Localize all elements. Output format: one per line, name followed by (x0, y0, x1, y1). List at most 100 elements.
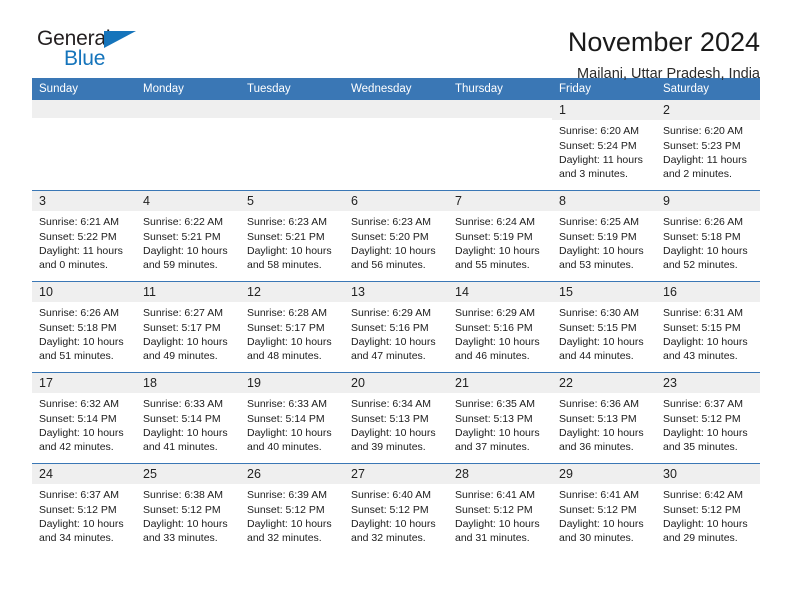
sunrise-text: Sunrise: 6:20 AM (559, 125, 639, 138)
day-number (136, 100, 240, 118)
calendar-day-cell[interactable]: 6 Sunrise: 6:23 AM Sunset: 5:20 PM Daylight… (344, 190, 448, 282)
sunrise-text: Sunrise: 6:36 AM (559, 398, 639, 411)
sunset-text: Sunset: 5:21 PM (247, 230, 325, 243)
calendar-day-cell[interactable]: 22 Sunrise: 6:36 AM Sunset: 5:13 PM Dayligh… (552, 372, 656, 464)
sunrise-text: Sunrise: 6:34 AM (351, 398, 431, 411)
day-number: 8 (552, 191, 656, 212)
day-number: 18 (136, 373, 240, 394)
day-details: Sunrise: 6:20 AM Sunset: 5:23 PM Daylight:… (656, 120, 760, 181)
sunset-text: Sunset: 5:14 PM (247, 412, 325, 425)
day-details: Sunrise: 6:23 AM Sunset: 5:21 PM Daylight:… (240, 211, 344, 272)
calendar-day-cell[interactable]: 16 Sunrise: 6:31 AM Sunset: 5:15 PM Dayligh… (656, 281, 760, 373)
daylight-text: Daylight: 10 hours and 43 minutes. (663, 335, 748, 362)
calendar-day-cell[interactable]: 13 Sunrise: 6:29 AM Sunset: 5:16 PM Dayligh… (344, 281, 448, 373)
calendar-day-cell-empty (240, 100, 344, 191)
calendar-day-cell[interactable]: 30 Sunrise: 6:42 AM Sunset: 5:12 PM Dayligh… (656, 463, 760, 554)
sunset-text: Sunset: 5:20 PM (351, 230, 429, 243)
sunrise-text: Sunrise: 6:29 AM (455, 307, 535, 320)
sunset-text: Sunset: 5:15 PM (559, 321, 637, 334)
daylight-text: Daylight: 10 hours and 40 minutes. (247, 426, 332, 453)
sunset-text: Sunset: 5:12 PM (39, 503, 117, 516)
day-number: 25 (136, 464, 240, 485)
daylight-text: Daylight: 10 hours and 39 minutes. (351, 426, 436, 453)
calendar-day-cell[interactable]: 9 Sunrise: 6:26 AM Sunset: 5:18 PM Daylight… (656, 190, 760, 282)
sunrise-text: Sunrise: 6:27 AM (143, 307, 223, 320)
daylight-text: Daylight: 10 hours and 53 minutes. (559, 244, 644, 271)
sunset-text: Sunset: 5:16 PM (455, 321, 533, 334)
calendar-day-cell[interactable]: 25 Sunrise: 6:38 AM Sunset: 5:12 PM Dayligh… (136, 463, 240, 554)
day-number: 26 (240, 464, 344, 485)
daylight-text: Daylight: 10 hours and 35 minutes. (663, 426, 748, 453)
day-number: 7 (448, 191, 552, 212)
sunrise-text: Sunrise: 6:41 AM (455, 489, 535, 502)
day-details: Sunrise: 6:39 AM Sunset: 5:12 PM Daylight:… (240, 484, 344, 545)
calendar-day-cell[interactable]: 26 Sunrise: 6:39 AM Sunset: 5:12 PM Dayligh… (240, 463, 344, 554)
calendar-day-cell[interactable]: 8 Sunrise: 6:25 AM Sunset: 5:19 PM Daylight… (552, 190, 656, 282)
calendar-day-cell[interactable]: 27 Sunrise: 6:40 AM Sunset: 5:12 PM Dayligh… (344, 463, 448, 554)
general-blue-logo: General Blue (32, 28, 162, 80)
calendar-day-cell[interactable]: 4 Sunrise: 6:22 AM Sunset: 5:21 PM Daylight… (136, 190, 240, 282)
calendar-day-cell[interactable]: 21 Sunrise: 6:35 AM Sunset: 5:13 PM Dayligh… (448, 372, 552, 464)
day-details: Sunrise: 6:36 AM Sunset: 5:13 PM Daylight:… (552, 393, 656, 454)
page-title: November 2024 (567, 27, 760, 57)
day-details: Sunrise: 6:20 AM Sunset: 5:24 PM Daylight:… (552, 120, 656, 181)
day-details: Sunrise: 6:23 AM Sunset: 5:20 PM Daylight:… (344, 211, 448, 272)
day-number: 13 (344, 282, 448, 303)
day-number: 16 (656, 282, 760, 303)
day-number (240, 100, 344, 118)
day-number: 27 (344, 464, 448, 485)
day-number (448, 100, 552, 118)
daylight-text: Daylight: 10 hours and 58 minutes. (247, 244, 332, 271)
calendar-day-cell[interactable]: 12 Sunrise: 6:28 AM Sunset: 5:17 PM Dayligh… (240, 281, 344, 373)
calendar-day-cell[interactable]: 23 Sunrise: 6:37 AM Sunset: 5:12 PM Dayligh… (656, 372, 760, 464)
calendar-day-cell[interactable]: 5 Sunrise: 6:23 AM Sunset: 5:21 PM Daylight… (240, 190, 344, 282)
sunset-text: Sunset: 5:19 PM (455, 230, 533, 243)
sunset-text: Sunset: 5:15 PM (663, 321, 741, 334)
calendar-day-cell[interactable]: 3 Sunrise: 6:21 AM Sunset: 5:22 PM Daylight… (32, 190, 136, 282)
sunset-text: Sunset: 5:14 PM (143, 412, 221, 425)
calendar-day-cell[interactable]: 28 Sunrise: 6:41 AM Sunset: 5:12 PM Dayligh… (448, 463, 552, 554)
daylight-text: Daylight: 10 hours and 42 minutes. (39, 426, 124, 453)
calendar-day-cell[interactable]: 20 Sunrise: 6:34 AM Sunset: 5:13 PM Dayligh… (344, 372, 448, 464)
sunrise-text: Sunrise: 6:37 AM (663, 398, 743, 411)
day-number: 2 (656, 100, 760, 121)
day-number (344, 100, 448, 118)
daylight-text: Daylight: 10 hours and 59 minutes. (143, 244, 228, 271)
calendar-day-cell[interactable]: 17 Sunrise: 6:32 AM Sunset: 5:14 PM Dayligh… (32, 372, 136, 464)
calendar-day-cell[interactable]: 11 Sunrise: 6:27 AM Sunset: 5:17 PM Dayligh… (136, 281, 240, 373)
day-number: 24 (32, 464, 136, 485)
daylight-text: Daylight: 11 hours and 2 minutes. (663, 153, 747, 180)
calendar-day-cell[interactable]: 15 Sunrise: 6:30 AM Sunset: 5:15 PM Dayligh… (552, 281, 656, 373)
calendar-day-cell[interactable]: 14 Sunrise: 6:29 AM Sunset: 5:16 PM Dayligh… (448, 281, 552, 373)
weekday-header-wednesday: Wednesday (344, 78, 448, 100)
calendar-day-cell[interactable]: 1 Sunrise: 6:20 AM Sunset: 5:24 PM Daylight… (552, 100, 656, 191)
daylight-text: Daylight: 10 hours and 36 minutes. (559, 426, 644, 453)
day-number: 12 (240, 282, 344, 303)
sunrise-text: Sunrise: 6:33 AM (247, 398, 327, 411)
weekday-header-sunday: Sunday (32, 78, 136, 100)
daylight-text: Daylight: 10 hours and 49 minutes. (143, 335, 228, 362)
title-block: November 2024 Mailani, Uttar Pradesh, In… (567, 27, 760, 83)
weekday-header-monday: Monday (136, 78, 240, 100)
sunrise-text: Sunrise: 6:25 AM (559, 216, 639, 229)
day-details: Sunrise: 6:35 AM Sunset: 5:13 PM Daylight:… (448, 393, 552, 454)
day-number: 15 (552, 282, 656, 303)
daylight-text: Daylight: 10 hours and 33 minutes. (143, 517, 228, 544)
sunset-text: Sunset: 5:21 PM (143, 230, 221, 243)
calendar-day-cell[interactable]: 7 Sunrise: 6:24 AM Sunset: 5:19 PM Daylight… (448, 190, 552, 282)
sunset-text: Sunset: 5:13 PM (455, 412, 533, 425)
calendar-day-cell[interactable]: 29 Sunrise: 6:41 AM Sunset: 5:12 PM Dayligh… (552, 463, 656, 554)
day-details: Sunrise: 6:24 AM Sunset: 5:19 PM Daylight:… (448, 211, 552, 272)
sunrise-text: Sunrise: 6:28 AM (247, 307, 327, 320)
calendar-day-cell[interactable]: 19 Sunrise: 6:33 AM Sunset: 5:14 PM Dayligh… (240, 372, 344, 464)
calendar-day-cell[interactable]: 2 Sunrise: 6:20 AM Sunset: 5:23 PM Daylight… (656, 100, 760, 191)
calendar-day-cell[interactable]: 10 Sunrise: 6:26 AM Sunset: 5:18 PM Dayligh… (32, 281, 136, 373)
daylight-text: Daylight: 10 hours and 29 minutes. (663, 517, 748, 544)
sunrise-text: Sunrise: 6:38 AM (143, 489, 223, 502)
day-number: 17 (32, 373, 136, 394)
calendar-day-cell[interactable]: 24 Sunrise: 6:37 AM Sunset: 5:12 PM Dayligh… (32, 463, 136, 554)
calendar-day-cell[interactable]: 18 Sunrise: 6:33 AM Sunset: 5:14 PM Dayligh… (136, 372, 240, 464)
daylight-text: Daylight: 10 hours and 32 minutes. (351, 517, 436, 544)
calendar-day-cell-empty (32, 100, 136, 191)
sunrise-text: Sunrise: 6:31 AM (663, 307, 743, 320)
